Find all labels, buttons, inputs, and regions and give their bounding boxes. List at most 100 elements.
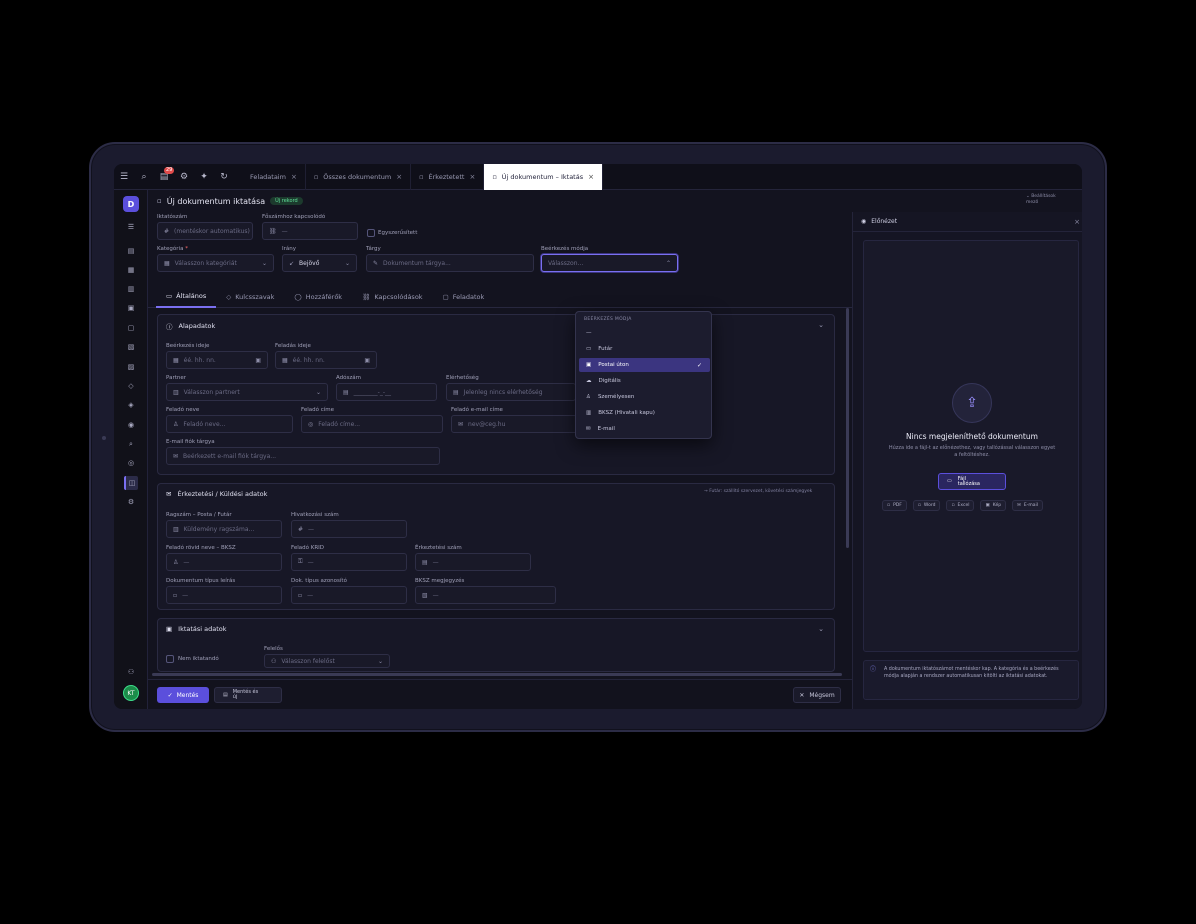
erkeztetesi-szam-input[interactable]: ▤ — bbox=[415, 553, 531, 571]
sidebar-search-icon[interactable]: ⌕ bbox=[124, 437, 138, 451]
close-icon[interactable]: × bbox=[396, 173, 402, 181]
inbox-icon[interactable]: ▤ 29 bbox=[154, 164, 175, 190]
felelos-select[interactable]: ⚇ Válasszon felelőst ⌄ bbox=[264, 654, 390, 668]
kategoria-select[interactable]: ▦ Válasszon kategóriát ⌄ bbox=[157, 254, 274, 272]
sidebar-users-icon[interactable]: ⚇ bbox=[124, 665, 138, 679]
close-icon[interactable]: × bbox=[588, 173, 594, 181]
sidebar-tag-icon[interactable]: ◇ bbox=[124, 379, 138, 393]
felado-neve-input[interactable]: ♙ Feladó neve... bbox=[166, 415, 293, 433]
targy-input[interactable]: ✎ Dokumentum tárgya... bbox=[366, 254, 534, 272]
calendar-icon: ▣ bbox=[364, 356, 370, 364]
preview-dropzone[interactable]: ⇪ Nincs megjeleníthető dokumentum Húzza … bbox=[863, 240, 1079, 652]
irany-select[interactable]: ↙ Bejövő ⌄ bbox=[282, 254, 357, 272]
close-icon[interactable]: × bbox=[291, 173, 297, 181]
tab-hozzaferok[interactable]: ◯ Hozzáférők bbox=[284, 286, 352, 308]
tab-osszes-dokumentum[interactable]: ▫ Összes dokumentum × bbox=[306, 164, 412, 190]
file-type-email: ✉ E-mail bbox=[1012, 500, 1043, 511]
dropdown-option-futar[interactable]: ▭ Futár bbox=[579, 342, 710, 356]
tools-icon[interactable]: ✦ bbox=[194, 164, 214, 190]
feladas-ideje-input[interactable]: ▦ éé. hh. nn. ▣ bbox=[275, 351, 377, 369]
egyszerusitett-checkbox[interactable] bbox=[367, 229, 375, 237]
sidebar-calendar-icon[interactable]: ▧ bbox=[124, 340, 138, 354]
sidebar-chat-icon[interactable]: ◫ bbox=[124, 476, 138, 490]
sidebar-archive-icon[interactable]: ▣ bbox=[124, 301, 138, 315]
panel-header[interactable]: ⓘ Alapadatok bbox=[166, 321, 215, 331]
nem-iktatando-checkbox[interactable] bbox=[166, 655, 174, 663]
preview-panel: ◉ Előnézet × ⇪ Nincs megjeleníthető doku… bbox=[852, 212, 1082, 709]
sidebar-inbox-icon[interactable]: ▢ bbox=[124, 321, 138, 335]
close-icon[interactable]: × bbox=[1074, 218, 1080, 226]
menu-icon[interactable]: ☰ bbox=[114, 164, 134, 190]
avatar[interactable]: KT bbox=[123, 685, 139, 701]
adoszam-label: Adószám bbox=[336, 375, 362, 381]
vertical-scrollbar[interactable] bbox=[846, 308, 849, 548]
felado-email-input[interactable]: ✉ nev@ceg.hu bbox=[451, 415, 578, 433]
browse-file-button[interactable]: ▭ Fájl tallózása bbox=[938, 473, 1006, 490]
partner-select[interactable]: ▥ Válasszon partnert ⌄ bbox=[166, 383, 328, 401]
dok-tipus-leiras-input[interactable]: ▫ — bbox=[166, 586, 282, 604]
settings-icon[interactable]: ⚙ bbox=[174, 164, 194, 190]
top-bar: ☰ ⌕ ▤ 29 ⚙ ✦ ↻ Feladataim × ▫ Összes dokume… bbox=[114, 164, 1082, 190]
tab-kulcsszavak[interactable]: ◇ Kulcsszavak bbox=[216, 286, 284, 308]
sidebar-files-icon[interactable]: ▦ bbox=[124, 263, 138, 277]
chevron-down-icon[interactable]: ⌄ bbox=[818, 625, 824, 633]
tab-uj-dokumentum[interactable]: ▫ Új dokumentum – Iktatás × bbox=[484, 164, 603, 190]
refresh-icon[interactable]: ↻ bbox=[214, 164, 234, 190]
close-icon[interactable]: × bbox=[469, 173, 475, 181]
felado-rovid-input[interactable]: ♙ — bbox=[166, 553, 282, 571]
erkezes-modja-select[interactable]: Válasszon... ⌃ bbox=[541, 254, 678, 272]
person-icon: ♙ bbox=[586, 394, 591, 400]
subtabs: ▭ Általános ◇ Kulcsszavak ◯ Hozzáférők ⛓ Kap… bbox=[148, 286, 852, 308]
save-button[interactable]: ✓ Mentés bbox=[157, 687, 209, 703]
dropdown-option-bksz[interactable]: ▥ BKSZ (Hivatali kapu) bbox=[579, 406, 710, 420]
contact-icon: ▤ bbox=[453, 388, 459, 396]
felado-cime-input[interactable]: ◎ Feladó címe... bbox=[301, 415, 443, 433]
mailbox-icon: ▣ bbox=[586, 362, 592, 368]
bksz-input[interactable]: ▧ — bbox=[415, 586, 556, 604]
adoszam-input[interactable]: ▤ ________-_-__ bbox=[336, 383, 437, 401]
settings-hint[interactable]: ⌄ Beállítások mező bbox=[1026, 194, 1056, 206]
sidebar-send-icon[interactable]: ▨ bbox=[124, 360, 138, 374]
chevron-down-icon: ⌄ bbox=[377, 657, 383, 665]
sidebar-database-icon[interactable]: ◎ bbox=[124, 456, 138, 470]
tab-feladataim[interactable]: Feladataim × bbox=[242, 164, 306, 190]
search-icon[interactable]: ⌕ bbox=[134, 164, 154, 190]
dropdown-option-email[interactable]: ✉ E-mail bbox=[579, 422, 710, 436]
tab-kapcsolodasok[interactable]: ⛓ Kapcsolódások bbox=[352, 286, 432, 308]
app-logo[interactable]: D bbox=[123, 196, 139, 212]
panel-header[interactable]: ✉ Érkeztetési / Küldési adatok bbox=[166, 490, 267, 498]
panel-hint: → Futár: szállító szervezet, követési sz… bbox=[704, 489, 813, 494]
cancel-button[interactable]: ✕ Mégsem bbox=[793, 687, 841, 703]
sidebar-box-icon[interactable]: ◈ bbox=[124, 398, 138, 412]
dropdown-header: BEÉRKEZÉS MÓDJA bbox=[584, 317, 632, 322]
panel-header[interactable]: ▣ Iktatási adatok bbox=[166, 625, 227, 633]
main-content: ▫ Új dokumentum iktatása Új rekord Iktat… bbox=[148, 190, 852, 709]
sidebar-documents-icon[interactable]: ▤ bbox=[124, 244, 138, 258]
partner-label: Partner bbox=[166, 375, 186, 381]
elerhetoseg-input[interactable]: ▤ Jelenleg nincs elérhetőség bbox=[446, 383, 576, 401]
email-targy-input[interactable]: ✉ Beérkezett e-mail fiók tárgya... bbox=[166, 447, 440, 465]
tab-feladatok[interactable]: ▢ Feladatok bbox=[433, 286, 495, 308]
tab-erkeztetett[interactable]: ▫ Érkeztetett × bbox=[411, 164, 485, 190]
sidebar-print-icon[interactable]: ▥ bbox=[124, 282, 138, 296]
dropdown-option-digitalis[interactable]: ☁ Digitális bbox=[579, 374, 710, 388]
dropdown-option-szemelyesen[interactable]: ♙ Személyesen bbox=[579, 390, 710, 404]
sidebar-menu-icon[interactable]: ☰ bbox=[124, 220, 138, 234]
sidebar-chart-icon[interactable]: ◉ bbox=[124, 418, 138, 432]
tab-altalanos[interactable]: ▭ Általános bbox=[156, 286, 217, 308]
chevron-down-icon[interactable]: ⌄ bbox=[818, 321, 824, 329]
horizontal-scrollbar[interactable] bbox=[152, 673, 842, 676]
ragszam-input[interactable]: ▥ Küldemény ragszáma... bbox=[166, 520, 282, 538]
hivatkozasi-input[interactable]: # — bbox=[291, 520, 407, 538]
upload-icon: ⇪ bbox=[952, 383, 992, 423]
dropdown-option-empty[interactable]: — bbox=[579, 326, 710, 340]
foszam-field[interactable]: ⛓ — bbox=[262, 222, 358, 240]
sidebar-settings-icon[interactable]: ⚙ bbox=[124, 495, 138, 509]
beerkezes-ideje-input[interactable]: ▦ éé. hh. nn. ▣ bbox=[166, 351, 268, 369]
felado-rovid-label: Feladó rövid neve – BKSZ bbox=[166, 545, 236, 551]
felado-krid-input[interactable]: ⚿ — bbox=[291, 553, 407, 571]
dropdown-option-postai[interactable]: ▣ Postai úton ✓ bbox=[579, 358, 710, 372]
save-and-new-button[interactable]: ▤ Mentés és új bbox=[214, 687, 282, 703]
doc-icon: ▫ bbox=[157, 197, 162, 205]
dok-tipus-azon-input[interactable]: ▫ — bbox=[291, 586, 407, 604]
